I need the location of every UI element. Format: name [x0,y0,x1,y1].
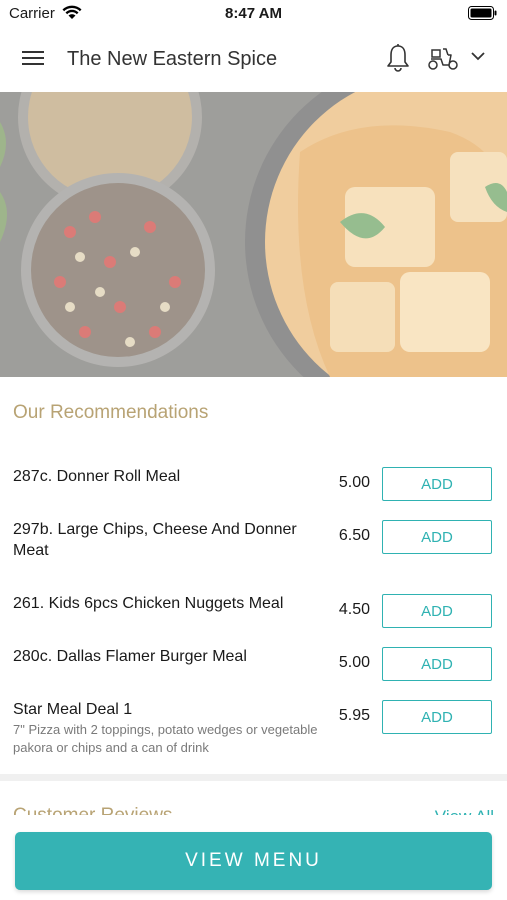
recommendations-title: Our Recommendations [13,402,209,423]
delivery-scooter-icon[interactable] [427,45,459,71]
item-name: 261. Kids 6pcs Chicken Nuggets Meal [13,595,284,612]
add-button[interactable]: ADD [382,700,492,734]
battery-icon [468,6,497,20]
page-title: The New Eastern Spice [67,48,278,70]
status-time: 8:47 AM [225,5,282,22]
item-name: 297b. Large Chips, Cheese And Donner Mea… [13,521,297,559]
hero-food-image [0,92,507,377]
item-price: 4.50 [338,601,370,618]
item-price: 5.00 [338,654,370,671]
add-button[interactable]: ADD [382,647,492,681]
add-button[interactable]: ADD [382,467,492,501]
bell-icon[interactable] [385,43,411,73]
chevron-down-icon[interactable] [470,50,486,62]
hamburger-menu-icon[interactable] [22,48,46,68]
section-divider [0,774,507,781]
item-name: Star Meal Deal 1 [13,701,133,718]
item-price: 5.95 [338,707,370,724]
item-name: 287c. Donner Roll Meal [13,468,181,485]
view-menu-button[interactable]: VIEW MENU [15,832,492,890]
status-bar: Carrier 8:47 AM [0,0,507,28]
item-price: 6.50 [338,527,370,544]
add-button[interactable]: ADD [382,594,492,628]
item-price: 5.00 [338,474,370,491]
app-header: The New Eastern Spice [0,28,507,92]
add-button[interactable]: ADD [382,520,492,554]
item-name: 280c. Dallas Flamer Burger Meal [13,648,247,665]
item-description: 7" Pizza with 2 toppings, potato wedges … [13,722,318,755]
